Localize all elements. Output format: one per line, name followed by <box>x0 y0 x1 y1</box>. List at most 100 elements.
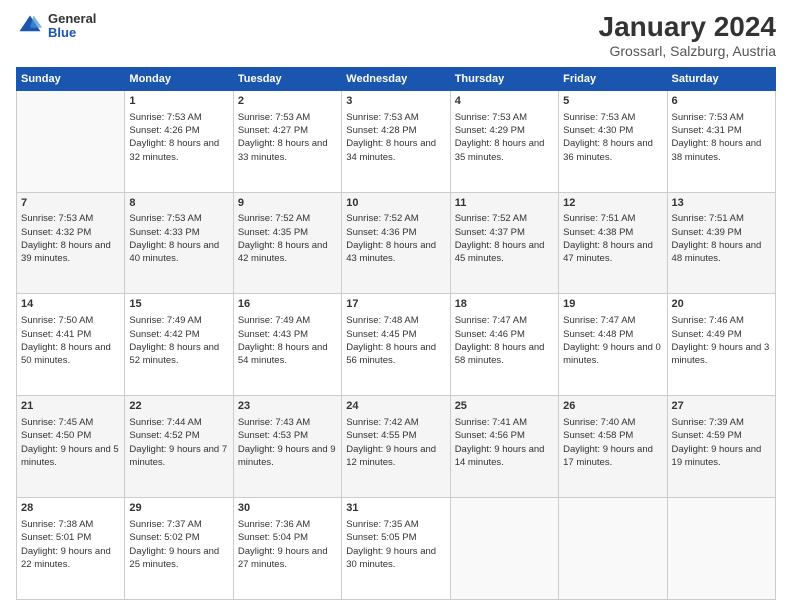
table-cell: 16 Sunrise: 7:49 AMSunset: 4:43 PMDayligh… <box>233 294 341 396</box>
day-info: Sunrise: 7:36 AMSunset: 5:04 PMDaylight:… <box>238 518 337 571</box>
daylight: Daylight: 8 hours and 35 minutes. <box>455 138 545 162</box>
daylight: Daylight: 8 hours and 40 minutes. <box>129 240 219 264</box>
sunset: Sunset: 4:29 PM <box>455 125 525 136</box>
daylight: Daylight: 8 hours and 54 minutes. <box>238 342 328 366</box>
day-number: 25 <box>455 399 554 414</box>
sunrise: Sunrise: 7:53 AM <box>455 112 527 123</box>
sunset: Sunset: 4:28 PM <box>346 125 416 136</box>
sunrise: Sunrise: 7:44 AM <box>129 417 201 428</box>
daylight: Daylight: 8 hours and 52 minutes. <box>129 342 219 366</box>
daylight: Daylight: 8 hours and 34 minutes. <box>346 138 436 162</box>
day-number: 1 <box>129 94 228 109</box>
day-number: 2 <box>238 94 337 109</box>
day-info: Sunrise: 7:53 AMSunset: 4:31 PMDaylight:… <box>672 111 771 164</box>
sunset: Sunset: 4:37 PM <box>455 227 525 238</box>
daylight: Daylight: 8 hours and 39 minutes. <box>21 240 111 264</box>
logo-blue: Blue <box>48 26 96 40</box>
day-info: Sunrise: 7:43 AMSunset: 4:53 PMDaylight:… <box>238 416 337 469</box>
day-info: Sunrise: 7:38 AMSunset: 5:01 PMDaylight:… <box>21 518 120 571</box>
week-row-3: 14Sunrise: 7:50 AMSunset: 4:41 PMDayligh… <box>17 294 776 396</box>
table-cell: 27 Sunrise: 7:39 AMSunset: 4:59 PMDayligh… <box>667 396 775 498</box>
day-number: 26 <box>563 399 662 414</box>
sunrise: Sunrise: 7:53 AM <box>563 112 635 123</box>
table-cell: 30Sunrise: 7:36 AMSunset: 5:04 PMDayligh… <box>233 498 341 600</box>
sunset: Sunset: 4:43 PM <box>238 329 308 340</box>
table-cell: 7Sunrise: 7:53 AMSunset: 4:32 PMDaylight… <box>17 192 125 294</box>
calendar-header-row: Sunday Monday Tuesday Wednesday Thursday… <box>17 67 776 90</box>
week-row-1: 1 Sunrise: 7:53 AM Sunset: 4:26 PM Daylight… <box>17 90 776 192</box>
day-number: 5 <box>563 94 662 109</box>
day-info: Sunrise: 7:47 AMSunset: 4:46 PMDaylight:… <box>455 314 554 367</box>
sunrise: Sunrise: 7:52 AM <box>346 213 418 224</box>
sunrise: Sunrise: 7:52 AM <box>238 213 310 224</box>
table-cell <box>17 90 125 192</box>
table-cell: 6Sunrise: 7:53 AMSunset: 4:31 PMDaylight… <box>667 90 775 192</box>
sunrise: Sunrise: 7:40 AM <box>563 417 635 428</box>
table-cell: 3Sunrise: 7:53 AMSunset: 4:28 PMDaylight… <box>342 90 450 192</box>
sunrise: Sunrise: 7:51 AM <box>563 213 635 224</box>
day-number: 12 <box>563 196 662 211</box>
daylight: Daylight: 8 hours and 33 minutes. <box>238 138 328 162</box>
logo-general: General <box>48 12 96 26</box>
daylight: Daylight: 8 hours and 56 minutes. <box>346 342 436 366</box>
day-info: Sunrise: 7:41 AMSunset: 4:56 PMDaylight:… <box>455 416 554 469</box>
day-info: Sunrise: 7:53 AMSunset: 4:27 PMDaylight:… <box>238 111 337 164</box>
table-cell <box>450 498 558 600</box>
day-number: 7 <box>21 196 120 211</box>
sunrise: Sunrise: 7:47 AM <box>455 315 527 326</box>
daylight: Daylight: 8 hours and 47 minutes. <box>563 240 653 264</box>
daylight: Daylight: 9 hours and 25 minutes. <box>129 546 219 570</box>
header: General Blue January 2024 Grossarl, Salz… <box>16 12 776 59</box>
sunset: Sunset: 4:46 PM <box>455 329 525 340</box>
daylight: Daylight: 8 hours and 36 minutes. <box>563 138 653 162</box>
week-row-4: 21Sunrise: 7:45 AMSunset: 4:50 PMDayligh… <box>17 396 776 498</box>
day-number: 28 <box>21 501 120 516</box>
sunset: Sunset: 4:36 PM <box>346 227 416 238</box>
day-info: Sunrise: 7:53 AMSunset: 4:33 PMDaylight:… <box>129 212 228 265</box>
day-info: Sunrise: 7:53 AMSunset: 4:28 PMDaylight:… <box>346 111 445 164</box>
day-number: 11 <box>455 196 554 211</box>
sunset: Sunset: 4:33 PM <box>129 227 199 238</box>
day-number: 13 <box>672 196 771 211</box>
col-tuesday: Tuesday <box>233 67 341 90</box>
table-cell: 13Sunrise: 7:51 AMSunset: 4:39 PMDayligh… <box>667 192 775 294</box>
sunset: Sunset: 5:04 PM <box>238 532 308 543</box>
sunrise: Sunrise: 7:43 AM <box>238 417 310 428</box>
table-cell: 22Sunrise: 7:44 AMSunset: 4:52 PMDayligh… <box>125 396 233 498</box>
daylight: Daylight: 8 hours and 48 minutes. <box>672 240 762 264</box>
day-info: Sunrise: 7:39 AMSunset: 4:59 PMDaylight:… <box>672 416 771 469</box>
day-number: 27 <box>672 399 771 414</box>
sunrise: Sunrise: 7:45 AM <box>21 417 93 428</box>
table-cell: 4Sunrise: 7:53 AMSunset: 4:29 PMDaylight… <box>450 90 558 192</box>
sunset: Sunset: 4:30 PM <box>563 125 633 136</box>
page: General Blue January 2024 Grossarl, Salz… <box>0 0 792 612</box>
day-number: 24 <box>346 399 445 414</box>
day-info: Sunrise: 7:51 AMSunset: 4:39 PMDaylight:… <box>672 212 771 265</box>
sunset: Sunset: 4:41 PM <box>21 329 91 340</box>
sunset: Sunset: 4:50 PM <box>21 430 91 441</box>
daylight: Daylight: 8 hours and 32 minutes. <box>129 138 219 162</box>
day-info: Sunrise: 7:35 AMSunset: 5:05 PMDaylight:… <box>346 518 445 571</box>
table-cell: 8Sunrise: 7:53 AMSunset: 4:33 PMDaylight… <box>125 192 233 294</box>
day-info: Sunrise: 7:53 AM Sunset: 4:29 PM Daylight:… <box>455 111 554 164</box>
sunset: Sunset: 4:26 PM <box>129 125 199 136</box>
col-saturday: Saturday <box>667 67 775 90</box>
sunrise: Sunrise: 7:37 AM <box>129 519 201 530</box>
day-number: 20 <box>672 297 771 312</box>
sunset: Sunset: 4:32 PM <box>21 227 91 238</box>
daylight: Daylight: 9 hours and 14 minutes. <box>455 444 545 468</box>
week-row-5: 28 Sunrise: 7:38 AMSunset: 5:01 PMDayligh… <box>17 498 776 600</box>
sunset: Sunset: 4:39 PM <box>672 227 742 238</box>
table-cell: 10Sunrise: 7:52 AMSunset: 4:36 PMDayligh… <box>342 192 450 294</box>
sunrise: Sunrise: 7:47 AM <box>563 315 635 326</box>
day-info: Sunrise: 7:52 AMSunset: 4:37 PMDaylight:… <box>455 212 554 265</box>
day-info: Sunrise: 7:53 AM Sunset: 4:30 PM Daylight:… <box>563 111 662 164</box>
day-info: Sunrise: 7:49 AMSunset: 4:42 PMDaylight:… <box>129 314 228 367</box>
day-info: Sunrise: 7:49 AMSunset: 4:43 PMDaylight:… <box>238 314 337 367</box>
daylight: Daylight: 8 hours and 43 minutes. <box>346 240 436 264</box>
logo-icon <box>16 12 44 40</box>
day-number: 29 <box>129 501 228 516</box>
table-cell: 14Sunrise: 7:50 AMSunset: 4:41 PMDayligh… <box>17 294 125 396</box>
day-number: 16 <box>238 297 337 312</box>
sunrise: Sunrise: 7:52 AM <box>455 213 527 224</box>
